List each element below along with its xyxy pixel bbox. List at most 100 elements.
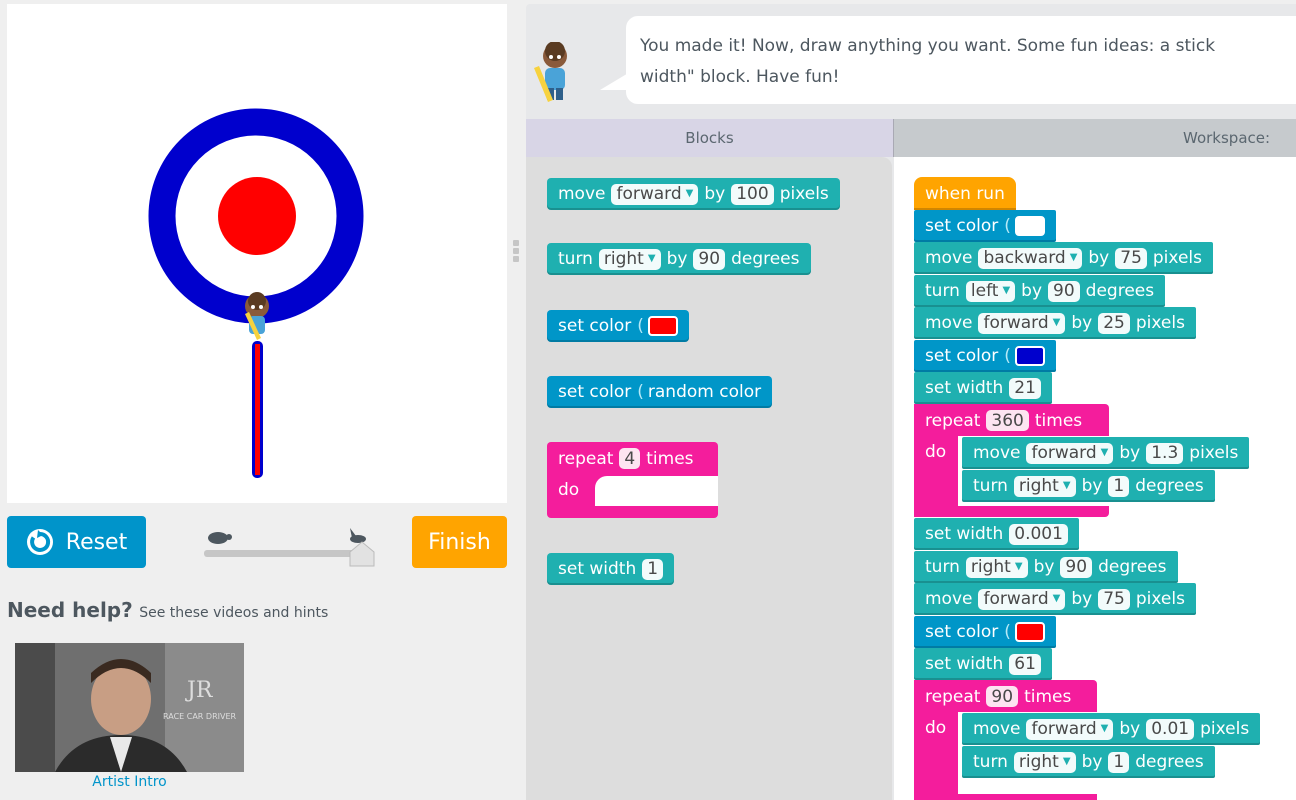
video-subtitle: RACE CAR DRIVER: [163, 712, 237, 721]
block-label: turn: [973, 476, 1008, 496]
instructions-line-1: You made it! Now, draw anything you want…: [640, 36, 1216, 56]
block-label: degrees: [1135, 752, 1204, 772]
block-label: degrees: [731, 249, 800, 269]
chevron-down-icon: ▼: [1002, 285, 1011, 296]
block-label: by: [1033, 557, 1055, 577]
direction-dropdown[interactable]: right ▼: [598, 248, 661, 270]
block-label: degrees: [1135, 476, 1204, 496]
ws-set-width-61[interactable]: set width 61: [914, 648, 1052, 680]
direction-dropdown[interactable]: right ▼: [1013, 475, 1076, 497]
when-run-block[interactable]: when run: [914, 177, 1016, 210]
video-thumbnail-image: JR RACE CAR DRIVER: [15, 643, 244, 772]
repeat-count-input[interactable]: 4: [619, 448, 641, 469]
do-label: do: [925, 718, 947, 738]
artist-avatar-icon: [534, 42, 567, 102]
angle-input[interactable]: 1: [1108, 475, 1130, 497]
ws-repeat2-turn[interactable]: turn right ▼ by 1 degrees: [962, 746, 1215, 778]
distance-input[interactable]: 25: [1098, 312, 1130, 334]
chevron-down-icon: ▼: [685, 188, 694, 199]
block-label: move: [558, 184, 606, 204]
width-input[interactable]: 21: [1009, 377, 1041, 399]
distance-input[interactable]: 100: [731, 183, 774, 205]
ws-set-color-white[interactable]: set color (: [914, 210, 1056, 242]
repeat-count-input[interactable]: 90: [986, 686, 1019, 707]
do-label: do: [558, 480, 580, 500]
ws-set-width-0001[interactable]: set width 0.001: [914, 518, 1079, 550]
toolbox-set-width-block[interactable]: set width 1: [547, 553, 675, 585]
direction-dropdown[interactable]: forward ▼: [1026, 718, 1114, 740]
ws-move-backward[interactable]: move backward ▼ by 75 pixels: [914, 242, 1213, 274]
distance-input[interactable]: 75: [1115, 247, 1147, 269]
help-subtitle: See these videos and hints: [139, 605, 329, 621]
toolbox-set-random-color-block[interactable]: set color ( random color: [547, 376, 773, 408]
tab-blocks: Blocks: [526, 119, 893, 157]
ws-repeat1-turn[interactable]: turn right ▼ by 1 degrees: [962, 470, 1215, 502]
ws-set-color-blue[interactable]: set color (: [914, 340, 1056, 372]
toolbox-repeat-block[interactable]: repeat 4 times do: [547, 442, 718, 518]
chevron-down-icon: ▼: [1062, 480, 1071, 491]
block-label: repeat: [558, 448, 614, 469]
block-label: pixels: [1189, 443, 1239, 463]
distance-input[interactable]: 75: [1098, 588, 1130, 610]
ws-set-color-red[interactable]: set color (: [914, 616, 1056, 648]
chevron-down-icon: ▼: [1100, 447, 1109, 458]
width-input[interactable]: 0.001: [1009, 523, 1068, 545]
block-label: times: [646, 448, 694, 469]
toolbox-set-color-block[interactable]: set color (: [547, 310, 689, 342]
toolbox-turn-block[interactable]: turn right ▼ by 90 degrees: [547, 243, 811, 275]
distance-input[interactable]: 0.01: [1146, 718, 1195, 740]
block-label: degrees: [1098, 557, 1167, 577]
block-label: by: [1071, 313, 1093, 333]
block-label: turn: [558, 249, 593, 269]
reset-icon: [26, 529, 53, 555]
block-label: set width: [558, 559, 637, 579]
distance-input[interactable]: 1.3: [1146, 442, 1184, 464]
video-thumbnail[interactable]: JR RACE CAR DRIVER: [15, 643, 244, 772]
toolbox-move-block[interactable]: move forward ▼ by 100 pixels: [547, 178, 840, 210]
block-label: turn: [973, 752, 1008, 772]
direction-dropdown[interactable]: right ▼: [1013, 751, 1076, 773]
block-label: repeat: [925, 686, 981, 707]
direction-dropdown[interactable]: forward ▼: [611, 183, 699, 205]
block-label: repeat: [925, 410, 981, 431]
angle-input[interactable]: 90: [1048, 280, 1080, 302]
chevron-down-icon: ▼: [1069, 252, 1078, 263]
ws-set-width-21[interactable]: set width 21: [914, 372, 1052, 404]
slider-handle[interactable]: [349, 541, 375, 567]
video-initials: JR: [185, 678, 214, 703]
repeat-count-input[interactable]: 360: [986, 410, 1029, 431]
direction-dropdown[interactable]: left ▼: [965, 280, 1016, 302]
color-swatch[interactable]: [1014, 346, 1045, 366]
ws-turn-right-90[interactable]: turn right ▼ by 90 degrees: [914, 551, 1178, 583]
block-label: by: [1081, 476, 1103, 496]
help-title: Need help?: [7, 598, 133, 622]
reset-button[interactable]: Reset: [7, 516, 146, 568]
red-center-dot: [218, 177, 296, 255]
speed-slider[interactable]: [200, 522, 380, 570]
color-swatch[interactable]: [647, 316, 678, 336]
color-swatch[interactable]: [1014, 216, 1045, 236]
finish-button[interactable]: Finish: [412, 516, 507, 568]
ws-move-forward-25[interactable]: move forward ▼ by 25 pixels: [914, 307, 1196, 339]
direction-dropdown[interactable]: forward ▼: [978, 312, 1066, 334]
direction-dropdown[interactable]: forward ▼: [978, 588, 1066, 610]
direction-dropdown[interactable]: forward ▼: [1026, 442, 1114, 464]
angle-input[interactable]: 1: [1108, 751, 1130, 773]
angle-input[interactable]: 90: [1060, 556, 1093, 578]
ws-repeat2-move[interactable]: move forward ▼ by 0.01 pixels: [962, 713, 1261, 745]
chevron-down-icon: ▼: [1014, 561, 1023, 572]
resize-grip[interactable]: [513, 240, 520, 266]
block-label: when run: [925, 183, 1005, 204]
block-label: set color: [925, 216, 999, 236]
ws-turn-left[interactable]: turn left ▼ by 90 degrees: [914, 275, 1166, 307]
width-input[interactable]: 1: [642, 558, 664, 580]
video-caption[interactable]: Artist Intro: [15, 774, 244, 790]
width-input[interactable]: 61: [1009, 653, 1041, 675]
color-swatch[interactable]: [1014, 622, 1045, 642]
block-label: set color: [925, 346, 999, 366]
direction-dropdown[interactable]: right ▼: [965, 556, 1028, 578]
angle-input[interactable]: 90: [693, 248, 726, 270]
ws-repeat1-move[interactable]: move forward ▼ by 1.3 pixels: [962, 437, 1250, 469]
ws-move-forward-75[interactable]: move forward ▼ by 75 pixels: [914, 583, 1196, 615]
direction-dropdown[interactable]: backward ▼: [978, 247, 1083, 269]
